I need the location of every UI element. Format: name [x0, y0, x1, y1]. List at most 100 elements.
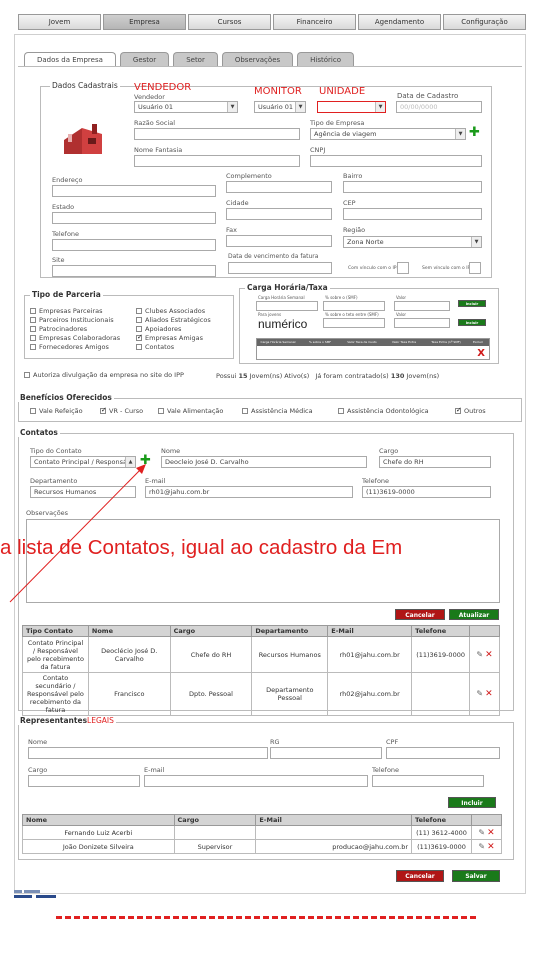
table-row[interactable]: João Donizete Silveira Supervisor produc… [22, 839, 502, 854]
endereco-input[interactable] [52, 185, 216, 197]
valor2-input[interactable] [394, 318, 450, 328]
edit-pencil-icon[interactable]: ✎ [476, 689, 483, 698]
beneficio-item[interactable]: Assistência Odontológica [338, 407, 429, 415]
checkbox[interactable] [136, 344, 142, 350]
contatos-atualizar-button[interactable]: Atualizar [449, 609, 499, 620]
email-contato-input[interactable]: rh01@jahu.com.br [145, 486, 353, 498]
nome-fantasia-input[interactable] [134, 155, 300, 167]
nav-configuracao[interactable]: Configuração [443, 14, 526, 30]
checkbox[interactable] [30, 317, 36, 323]
parceria-item[interactable]: Fornecedores Amigos [30, 343, 109, 351]
checkbox[interactable] [158, 408, 164, 414]
bairro-input[interactable] [343, 181, 482, 193]
cep-input[interactable] [343, 208, 482, 220]
carga-semanal-input[interactable] [256, 301, 318, 311]
checkbox[interactable] [242, 408, 248, 414]
add-tipo-empresa-plus-icon[interactable]: ✚ [469, 126, 480, 139]
checkbox[interactable] [24, 372, 30, 378]
autoriza-divulgacao[interactable]: Autoriza divulgação da empresa no site d… [24, 371, 184, 379]
cidade-input[interactable] [226, 208, 332, 220]
delete-x-icon[interactable]: ✕ [485, 650, 493, 660]
checkbox[interactable] [136, 317, 142, 323]
nav-financeiro[interactable]: Financeiro [273, 14, 356, 30]
percent-smf-input[interactable] [323, 301, 385, 311]
carga-incluir-button[interactable]: Incluir [458, 300, 486, 307]
parceria-item[interactable]: Empresas Colaboradoras [30, 334, 120, 342]
beneficio-item[interactable]: Vale Alimentação [158, 407, 223, 415]
delete-x-icon[interactable]: ✕ [485, 689, 493, 699]
nav-jovem[interactable]: Jovem [18, 14, 101, 30]
data-cadastro-input[interactable]: 00/00/0000 [396, 101, 482, 113]
tab-dados-empresa[interactable]: Dados da Empresa [24, 52, 116, 66]
checkbox-checked[interactable] [455, 406, 462, 414]
complemento-input[interactable] [226, 181, 332, 193]
tab-setor[interactable]: Setor [173, 52, 218, 66]
table-row[interactable]: Contato Principal / Responsável pelo rec… [22, 636, 500, 673]
fax-input[interactable] [226, 235, 332, 247]
unidade-select[interactable]: ▼ [317, 101, 386, 113]
rep-incluir-button[interactable]: Incluir [448, 797, 496, 808]
telefone-contato-input[interactable]: (11)3619-0000 [362, 486, 491, 498]
regiao-select[interactable]: Zona Norte ▼ [343, 236, 482, 248]
beneficio-item[interactable]: Outros [455, 406, 486, 415]
estado-input[interactable] [52, 212, 216, 224]
parceria-item[interactable]: Clubes Associados [136, 307, 205, 315]
rep-rg-input[interactable] [270, 747, 382, 759]
checkbox[interactable] [338, 408, 344, 414]
tab-observacoes[interactable]: Observações [221, 52, 294, 66]
edit-pencil-icon[interactable]: ✎ [476, 650, 483, 659]
checkbox[interactable] [30, 308, 36, 314]
percent-teto-input[interactable] [323, 318, 385, 328]
beneficio-item[interactable]: VR - Curso [100, 406, 143, 415]
delete-x-icon[interactable]: ✕ [487, 828, 495, 838]
table-row[interactable]: Fernando Luiz Acerbi (11) 3612-4000 ✎ ✕ [22, 825, 502, 840]
parceria-item[interactable]: Contatos [136, 343, 174, 351]
parceria-item[interactable]: Parceiros Institucionais [30, 316, 114, 324]
salvar-button[interactable]: Salvar [452, 870, 500, 882]
delete-x-icon[interactable]: X [477, 348, 485, 359]
edit-pencil-icon[interactable]: ✎ [478, 828, 485, 837]
edit-pencil-icon[interactable]: ✎ [478, 842, 485, 851]
beneficio-item[interactable]: Vale Refeição [30, 407, 83, 415]
beneficio-item[interactable]: Assistência Médica [242, 407, 313, 415]
checkbox[interactable] [30, 326, 36, 332]
checkbox[interactable] [30, 344, 36, 350]
parceria-item[interactable]: Empresas Parceiras [30, 307, 102, 315]
delete-x-icon[interactable]: ✕ [487, 842, 495, 852]
checkbox[interactable] [30, 408, 36, 414]
carga-incluir2-button[interactable]: Incluir [458, 319, 486, 326]
parceria-item[interactable]: Apoiadores [136, 325, 181, 333]
telefone-input[interactable] [52, 239, 216, 251]
parceria-item[interactable]: Patrocinadores [30, 325, 87, 333]
cnpj-input[interactable] [310, 155, 482, 167]
contatos-cancelar-button[interactable]: Cancelar [395, 609, 445, 620]
sem-vinculo-input[interactable] [469, 262, 481, 274]
vencimento-input[interactable] [228, 262, 332, 274]
site-input[interactable] [52, 265, 216, 277]
nome-contato-input[interactable]: Deocleio José D. Carvalho [161, 456, 367, 468]
rep-telefone-input[interactable] [372, 775, 484, 787]
checkbox[interactable] [30, 335, 36, 341]
nav-cursos[interactable]: Cursos [188, 14, 271, 30]
monitor-select[interactable]: Usuário 01 ▼ [254, 101, 306, 113]
parceria-item[interactable]: Aliados Estratégicos [136, 316, 211, 324]
razao-social-input[interactable] [134, 128, 300, 140]
cancelar-button[interactable]: Cancelar [396, 870, 444, 882]
rep-nome-input[interactable] [28, 747, 268, 759]
rep-email-input[interactable] [144, 775, 368, 787]
com-vinculo-input[interactable] [397, 262, 409, 274]
valor-input[interactable] [394, 301, 450, 311]
tab-gestor[interactable]: Gestor [119, 52, 170, 66]
vendedor-select[interactable]: Usuário 01 ▼ [134, 101, 238, 113]
checkbox[interactable] [136, 308, 142, 314]
checkbox-checked[interactable] [100, 406, 107, 414]
nav-agendamento[interactable]: Agendamento [358, 14, 441, 30]
table-row[interactable]: Contato secundário / Responsável pelo re… [22, 672, 500, 716]
tipo-empresa-select[interactable]: Agência de viagem ▼ [310, 128, 466, 140]
parceria-item[interactable]: Empresas Amigas [136, 333, 203, 342]
checkbox-checked[interactable] [136, 333, 143, 341]
rep-cargo-input[interactable] [28, 775, 140, 787]
nav-empresa[interactable]: Empresa [103, 14, 186, 30]
checkbox[interactable] [136, 326, 142, 332]
tab-historico[interactable]: Histórico [297, 52, 354, 66]
